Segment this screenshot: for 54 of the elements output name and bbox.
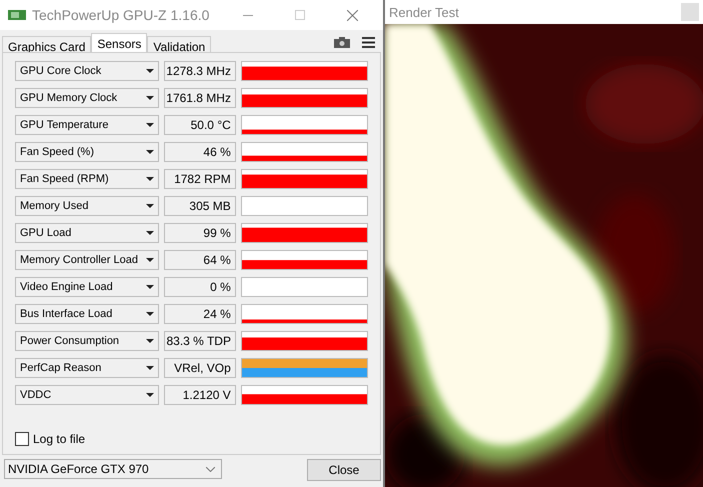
gpu-select[interactable]: NVIDIA GeForce GTX 970 [4, 459, 222, 479]
sensor-dropdown[interactable]: Fan Speed (RPM) [15, 169, 160, 189]
sensor-value: 0 % [164, 277, 236, 297]
sensor-dropdown[interactable]: Video Engine Load [15, 277, 160, 297]
checkbox-label: Log to file [33, 432, 86, 446]
dropdown-arrow-icon [146, 231, 154, 235]
dropdown-arrow-icon [146, 393, 154, 397]
sensor-dropdown[interactable]: VDDC [15, 385, 160, 405]
sensor-dropdown[interactable]: PerfCap Reason [15, 358, 160, 378]
dropdown-arrow-icon [146, 258, 154, 262]
sensor-dropdown[interactable]: GPU Memory Clock [15, 88, 159, 108]
sensor-value: 1782 RPM [164, 169, 236, 189]
sensor-dropdown[interactable]: Fan Speed (%) [15, 142, 160, 162]
window-title: TechPowerUp GPU-Z 1.16.0 [32, 7, 210, 23]
sensor-value: 99 % [164, 223, 236, 243]
log-checkbox[interactable] [15, 432, 29, 446]
dropdown-arrow-icon [146, 339, 154, 343]
close-button[interactable]: Close [307, 459, 381, 481]
sensor-value: 83.3 % TDP [164, 331, 236, 351]
gpu-card-icon [8, 9, 26, 21]
sensor-dropdown[interactable]: GPU Load [15, 223, 160, 243]
dropdown-arrow-icon [146, 177, 154, 181]
tab[interactable]: Validation [147, 36, 212, 52]
sensor-dropdown[interactable]: Bus Interface Load [15, 304, 160, 324]
window-title: Render Test [389, 4, 459, 20]
sensor-dropdown[interactable]: Memory Used [15, 196, 160, 216]
dropdown-arrow-icon [146, 285, 154, 289]
sensor-dropdown[interactable]: Power Consumption [15, 331, 159, 351]
camera-icon[interactable] [334, 37, 350, 48]
sensor-dropdown[interactable]: GPU Temperature [15, 115, 160, 135]
close-icon[interactable] [346, 10, 358, 20]
chevron-icon [206, 466, 215, 472]
sensor-value: 305 MB [164, 196, 236, 216]
minimize-icon[interactable] [243, 14, 253, 16]
dropdown-arrow-icon [146, 312, 154, 316]
sensor-value: VRel, VOp [164, 358, 236, 378]
sensor-value: 64 % [164, 250, 236, 270]
sensor-dropdown[interactable]: Memory Controller Load [15, 250, 160, 270]
tab[interactable]: Sensors [91, 33, 148, 52]
sensor-value: 1.2120 V [164, 385, 236, 405]
dropdown-arrow-icon [146, 96, 154, 100]
dropdown-arrow-icon [146, 150, 154, 154]
sensor-value: 50.0 °C [164, 115, 236, 135]
sensor-value: 1278.3 MHz [164, 61, 236, 81]
dropdown-arrow-icon [146, 204, 154, 208]
dropdown-arrow-icon [146, 366, 154, 370]
sensor-value: 46 % [164, 142, 236, 162]
sensor-value: 24 % [164, 304, 236, 324]
sensor-value: 1761.8 MHz [164, 88, 236, 108]
dropdown-arrow-icon [146, 123, 154, 127]
tab[interactable]: Graphics Card [2, 36, 92, 52]
menu-icon[interactable] [362, 37, 375, 48]
dropdown-arrow-icon [146, 69, 154, 73]
sensor-dropdown[interactable]: GPU Core Clock [15, 61, 159, 81]
